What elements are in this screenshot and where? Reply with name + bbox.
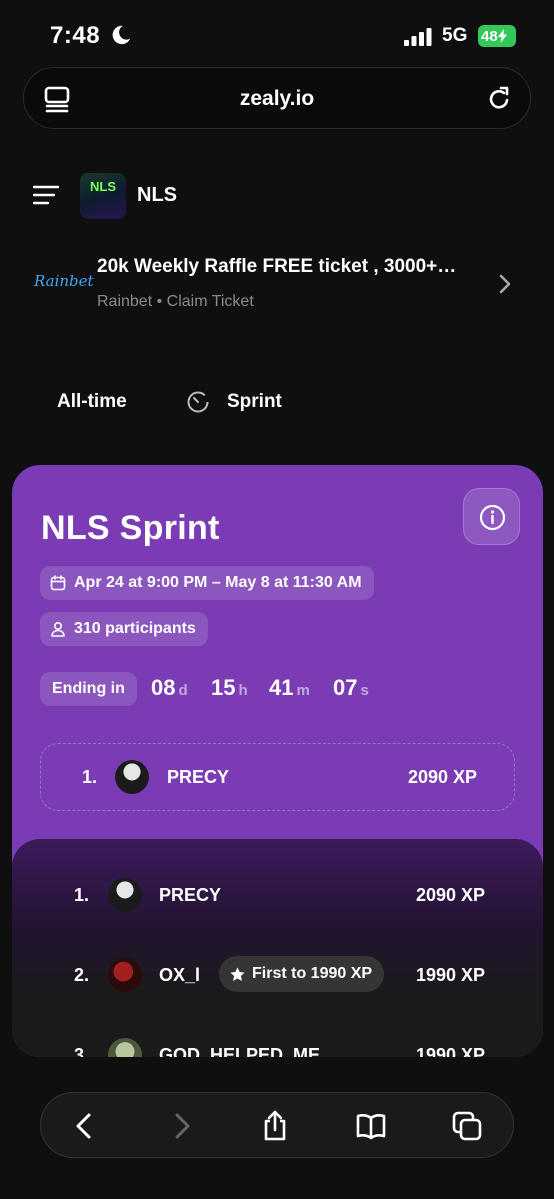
status-bar: 7:48 5G 48 <box>0 0 554 62</box>
participants-chip: 310 participants <box>40 612 208 646</box>
tab-sprint[interactable]: Sprint <box>227 391 282 413</box>
forward-arrow-icon[interactable] <box>165 1110 197 1142</box>
charging-icon <box>497 29 507 43</box>
achievement-badge: First to 1990 XP <box>219 956 385 992</box>
avatar <box>108 878 142 912</box>
user-xp: 1990 XP <box>415 1045 485 1057</box>
logo-text: NLS <box>90 179 116 194</box>
user-xp: 2090 XP <box>415 885 485 905</box>
battery-indicator: 48 <box>478 25 516 47</box>
my-rank-name: PRECY <box>167 767 230 787</box>
promo-title[interactable]: 20k Weekly Raffle FREE ticket , 3000+… <box>97 256 482 278</box>
my-rank-xp: 2090 XP <box>407 767 477 787</box>
info-icon <box>479 504 506 531</box>
date-range-text: Apr 24 at 9:00 PM – May 8 at 11:30 AM <box>74 574 362 591</box>
chevron-right-icon[interactable] <box>497 273 513 295</box>
status-time: 7:48 <box>50 22 101 49</box>
table-row[interactable]: 2. OX_l First to 1990 XP 1990 XP <box>12 952 543 1000</box>
my-rank-row[interactable]: 1. PRECY 2090 XP <box>40 743 515 811</box>
ending-label: Ending in <box>40 672 137 706</box>
bookmarks-icon[interactable] <box>355 1110 387 1142</box>
user-name[interactable]: OX_l <box>159 965 200 986</box>
calendar-icon <box>50 575 66 591</box>
community-name[interactable]: NLS <box>137 184 177 207</box>
rainbet-logo: Rainbet <box>34 272 94 290</box>
avatar <box>108 1038 142 1057</box>
tab-all-time[interactable]: All-time <box>57 391 127 413</box>
table-row[interactable]: 1. PRECY 2090 XP <box>12 872 543 920</box>
community-logo[interactable]: NLS <box>80 173 126 219</box>
address-bar[interactable]: zealy.io <box>23 67 531 129</box>
table-row[interactable]: 3. GOD_HELPED_ME 1990 XP <box>12 1032 543 1057</box>
avatar <box>115 760 149 794</box>
user-icon <box>51 621 65 637</box>
reload-icon[interactable] <box>486 85 512 113</box>
battery-level: 48 <box>481 27 498 45</box>
promo-subtitle: Rainbet • Claim Ticket <box>97 293 254 310</box>
browser-toolbar <box>40 1092 514 1158</box>
url-text[interactable]: zealy.io <box>24 87 530 111</box>
date-range-chip: Apr 24 at 9:00 PM – May 8 at 11:30 AM <box>40 566 374 600</box>
sprint-card: NLS Sprint Apr 24 at 9:00 PM – May 8 at … <box>12 465 543 1057</box>
user-name[interactable]: PRECY <box>159 885 221 906</box>
network-label: 5G <box>442 25 468 46</box>
rank-position: 3. <box>74 1045 90 1057</box>
user-name[interactable]: GOD_HELPED_ME <box>159 1045 320 1057</box>
back-arrow-icon[interactable] <box>69 1110 101 1142</box>
star-icon <box>230 966 245 981</box>
info-button[interactable] <box>463 488 520 545</box>
avatar <box>108 958 142 992</box>
timer-icon <box>187 391 209 413</box>
share-icon[interactable] <box>259 1110 291 1142</box>
badge-text: First to 1990 XP <box>252 965 373 982</box>
moon-icon <box>112 25 131 45</box>
participants-text: 310 participants <box>74 620 196 637</box>
tabs-icon[interactable] <box>451 1110 483 1142</box>
countdown-minutes: 41 m <box>269 675 310 700</box>
rank-position: 1. <box>74 885 90 905</box>
signal-icon <box>404 28 432 46</box>
countdown-hours: 15 h <box>211 675 248 700</box>
rank-position: 2. <box>74 965 90 985</box>
my-rank-position: 1. <box>82 767 98 787</box>
sprint-title: NLS Sprint <box>41 509 220 547</box>
user-xp: 1990 XP <box>415 965 485 985</box>
countdown-days: 08 d <box>151 675 188 700</box>
countdown-seconds: 07 s <box>333 675 369 700</box>
leaderboard-panel: 1. PRECY 2090 XP 2. OX_l First to 1990 X… <box>12 839 543 1057</box>
hamburger-menu-icon[interactable] <box>33 184 59 206</box>
